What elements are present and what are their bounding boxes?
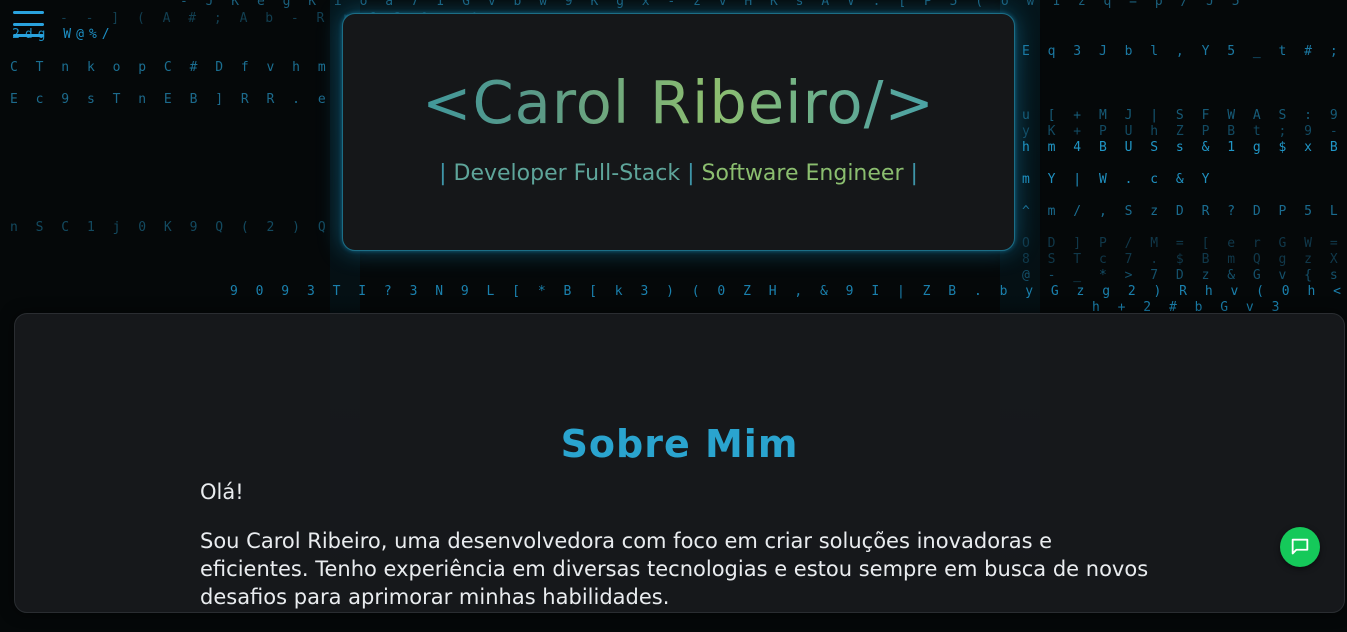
menu-bar (13, 22, 44, 26)
menu-bar (13, 34, 44, 37)
subtitle-separator: | (903, 161, 918, 186)
menu-bar (13, 11, 44, 14)
rain-text: m Y | W . c & Y (1022, 172, 1215, 187)
rain-text: @ - _ * > 7 D z & G v { s , t 1 7 O J ? … (1022, 268, 1347, 283)
hamburger-menu-icon[interactable] (13, 11, 44, 37)
rain-text: 9 0 9 3 T I ? 3 N 9 L [ * B [ k 3 ) ( 0 … (230, 284, 1347, 299)
header-subtitle: | Developer Full-Stack | Software Engine… (343, 159, 1014, 189)
rain-text: y K + P U h Z P B t ; 9 - G f j 6 % I 0 … (1022, 124, 1347, 139)
rain-text: E q 3 J b l , Y 5 _ t # ; t P v K q u 2 … (1022, 44, 1347, 59)
subtitle-role-developer: Developer Full-Stack (453, 161, 681, 186)
rain-text: O D ] P / M = [ e r G W = ] P V b j [ $ … (1022, 236, 1347, 251)
subtitle-separator: | (439, 161, 454, 186)
about-text: Olá! Sou Carol Ribeiro, uma desenvolvedo… (200, 478, 1160, 632)
about-paragraph: Sou Carol Ribeiro, uma desenvolvedora co… (200, 529, 1149, 609)
rain-text: u [ + M J | S F W A S : 9 s V z c G g | … (1022, 108, 1347, 123)
subtitle-role-engineer: Software Engineer (701, 161, 904, 186)
rain-text: h m 4 B U S s & 1 g $ x B . a k ^ W (1022, 140, 1347, 155)
about-section: Sobre Mim Olá! Sou Carol Ribeiro, uma de… (14, 313, 1345, 613)
header-card: <Carol Ribeiro/> | Developer Full-Stack … (342, 13, 1015, 251)
site-logo-title: <Carol Ribeiro/> (343, 68, 1014, 138)
rain-text: ^ m / , S z D R ? D P 5 L u w : v q d } … (1022, 204, 1347, 219)
chat-button[interactable] (1280, 527, 1320, 567)
rain-text: - J K e g K i o a 7 I G v b w 9 K g x - … (180, 0, 1245, 9)
chat-bubble-icon (1291, 538, 1309, 555)
about-section-title: Sobre Mim (560, 421, 799, 466)
rain-text: 8 S T c 7 . $ B m Q g z X ( 3 & ; I 2 G … (1022, 252, 1347, 267)
about-greeting: Olá! (200, 480, 244, 504)
subtitle-separator: | (680, 161, 702, 186)
